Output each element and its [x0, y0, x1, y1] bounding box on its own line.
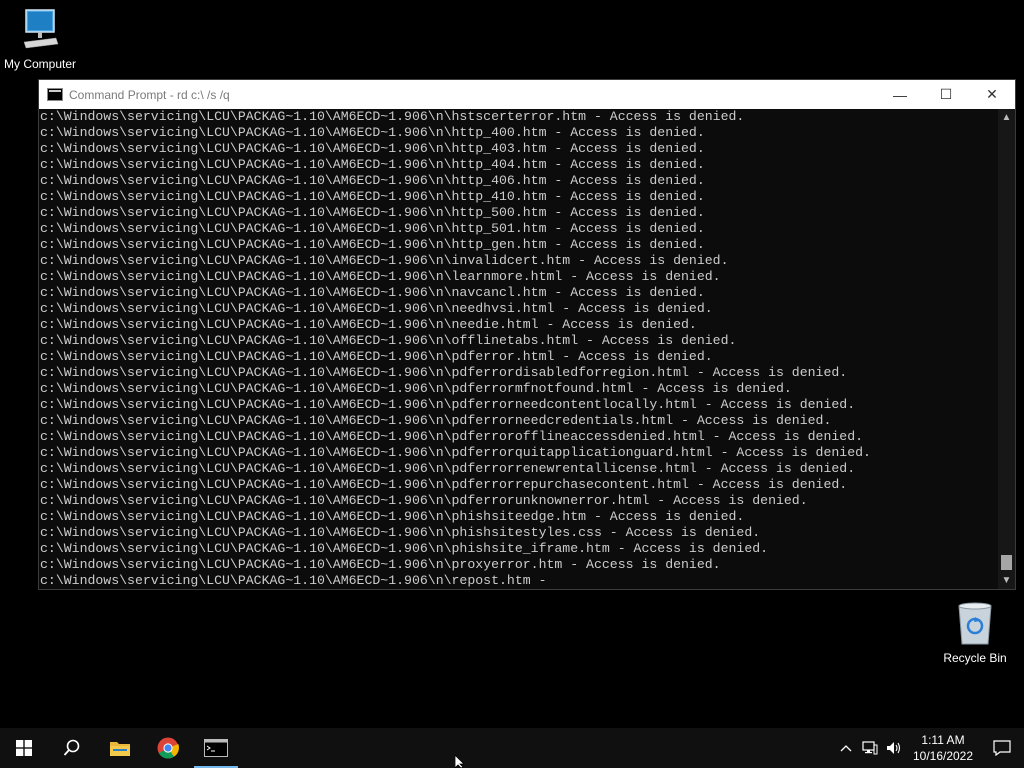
- notification-icon: [993, 740, 1011, 756]
- console-line: c:\Windows\servicing\LCU\PACKAG~1.10\AM6…: [40, 541, 769, 556]
- chrome-button[interactable]: [144, 728, 192, 768]
- console-line: c:\Windows\servicing\LCU\PACKAG~1.10\AM6…: [40, 365, 848, 380]
- console-line: c:\Windows\servicing\LCU\PACKAG~1.10\AM6…: [40, 381, 792, 396]
- cmd-icon: [47, 88, 63, 101]
- console-line: c:\Windows\servicing\LCU\PACKAG~1.10\AM6…: [40, 445, 871, 460]
- console-line: c:\Windows\servicing\LCU\PACKAG~1.10\AM6…: [40, 333, 737, 348]
- volume-icon[interactable]: [882, 728, 906, 768]
- command-prompt-window[interactable]: Command Prompt - rd c:\ /s /q — ☐ ✕ c:\W…: [38, 79, 1016, 590]
- close-button[interactable]: ✕: [969, 80, 1015, 109]
- console-line: c:\Windows\servicing\LCU\PACKAG~1.10\AM6…: [40, 397, 856, 412]
- console-line: c:\Windows\servicing\LCU\PACKAG~1.10\AM6…: [40, 413, 832, 428]
- console-line: c:\Windows\servicing\LCU\PACKAG~1.10\AM6…: [40, 237, 705, 252]
- command-prompt-button[interactable]: [192, 728, 240, 768]
- desktop-icon-label: My Computer: [3, 57, 77, 71]
- console-line: c:\Windows\servicing\LCU\PACKAG~1.10\AM6…: [40, 125, 705, 140]
- system-tray: 1:11 AM 10/16/2022: [834, 728, 1024, 768]
- console-line: c:\Windows\servicing\LCU\PACKAG~1.10\AM6…: [40, 573, 547, 588]
- notifications-button[interactable]: [980, 728, 1024, 768]
- cmd-icon: [204, 739, 228, 757]
- search-button[interactable]: [48, 728, 96, 768]
- console-line: c:\Windows\servicing\LCU\PACKAG~1.10\AM6…: [40, 317, 697, 332]
- console-line: c:\Windows\servicing\LCU\PACKAG~1.10\AM6…: [40, 557, 721, 572]
- console-line: c:\Windows\servicing\LCU\PACKAG~1.10\AM6…: [40, 173, 705, 188]
- chrome-icon: [157, 737, 179, 759]
- vertical-scrollbar[interactable]: ▲ ▼: [998, 109, 1015, 589]
- console-line: c:\Windows\servicing\LCU\PACKAG~1.10\AM6…: [40, 285, 705, 300]
- file-explorer-button[interactable]: [96, 728, 144, 768]
- desktop-icon-recycle-bin[interactable]: Recycle Bin: [935, 600, 1015, 665]
- console-line: c:\Windows\servicing\LCU\PACKAG~1.10\AM6…: [40, 221, 705, 236]
- network-icon[interactable]: [858, 728, 882, 768]
- console-line: c:\Windows\servicing\LCU\PACKAG~1.10\AM6…: [40, 157, 705, 172]
- folder-icon: [110, 742, 130, 756]
- clock-time: 1:11 AM: [921, 733, 965, 747]
- console-line: c:\Windows\servicing\LCU\PACKAG~1.10\AM6…: [40, 141, 705, 156]
- console-line: c:\Windows\servicing\LCU\PACKAG~1.10\AM6…: [40, 253, 729, 268]
- console-line: c:\Windows\servicing\LCU\PACKAG~1.10\AM6…: [40, 509, 745, 524]
- window-titlebar[interactable]: Command Prompt - rd c:\ /s /q — ☐ ✕: [39, 80, 1015, 109]
- console-line: c:\Windows\servicing\LCU\PACKAG~1.10\AM6…: [40, 477, 848, 492]
- console-line: c:\Windows\servicing\LCU\PACKAG~1.10\AM6…: [40, 301, 713, 316]
- scroll-thumb[interactable]: [1001, 555, 1012, 570]
- windows-logo-icon: [16, 740, 32, 756]
- minimize-button[interactable]: —: [877, 80, 923, 109]
- search-icon: [63, 739, 80, 756]
- start-button[interactable]: [0, 728, 48, 768]
- window-title: Command Prompt - rd c:\ /s /q: [69, 87, 230, 102]
- console-line: c:\Windows\servicing\LCU\PACKAG~1.10\AM6…: [40, 269, 721, 284]
- console-output[interactable]: c:\Windows\servicing\LCU\PACKAG~1.10\AM6…: [39, 109, 1000, 589]
- recycle-bin-icon: [958, 602, 992, 645]
- chevron-up-icon[interactable]: [834, 728, 858, 768]
- mouse-cursor-icon: [455, 755, 465, 768]
- console-line: c:\Windows\servicing\LCU\PACKAG~1.10\AM6…: [40, 429, 864, 444]
- maximize-button[interactable]: ☐: [923, 80, 969, 109]
- console-line: c:\Windows\servicing\LCU\PACKAG~1.10\AM6…: [40, 461, 856, 476]
- console-line: c:\Windows\servicing\LCU\PACKAG~1.10\AM6…: [40, 349, 713, 364]
- desktop-icon-label: Recycle Bin: [943, 651, 1007, 665]
- taskbar: 1:11 AM 10/16/2022: [0, 728, 1024, 768]
- computer-icon: [23, 9, 59, 49]
- desktop-icon-my-computer[interactable]: My Computer: [0, 8, 80, 71]
- scroll-up-arrow-icon[interactable]: ▲: [998, 109, 1015, 126]
- clock[interactable]: 1:11 AM 10/16/2022: [906, 732, 980, 764]
- console-line: c:\Windows\servicing\LCU\PACKAG~1.10\AM6…: [40, 109, 745, 124]
- scroll-down-arrow-icon[interactable]: ▼: [998, 572, 1015, 589]
- console-line: c:\Windows\servicing\LCU\PACKAG~1.10\AM6…: [40, 205, 705, 220]
- console-line: c:\Windows\servicing\LCU\PACKAG~1.10\AM6…: [40, 189, 705, 204]
- console-line: c:\Windows\servicing\LCU\PACKAG~1.10\AM6…: [40, 525, 761, 540]
- console-line: c:\Windows\servicing\LCU\PACKAG~1.10\AM6…: [40, 493, 808, 508]
- clock-date: 10/16/2022: [912, 749, 974, 763]
